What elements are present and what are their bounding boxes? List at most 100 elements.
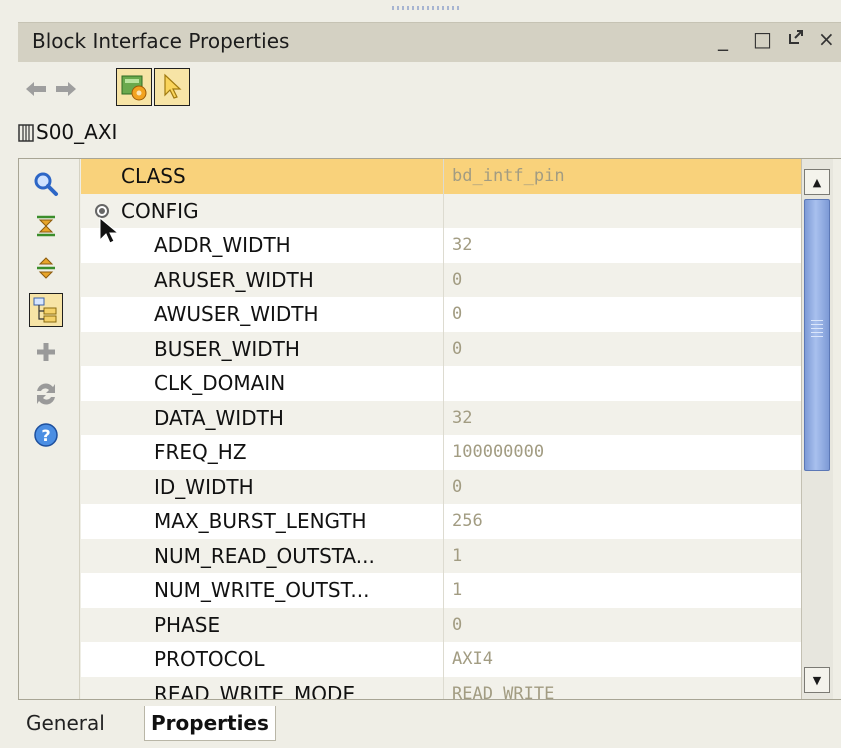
mouse-pointer-icon [99,216,120,244]
property-name: CLASS [81,159,444,194]
property-value[interactable]: 32 [444,408,472,428]
maximize-button[interactable]: □ [753,27,772,51]
property-name-text: MAX_BURST_LENGTH [154,509,367,534]
property-name-text: FREQ_HZ [154,440,247,465]
expand-all-icon[interactable] [29,251,63,285]
property-row[interactable]: MAX_BURST_LENGTH 256 [81,504,801,539]
property-row[interactable]: NUM_READ_OUTSTA... 1 [81,538,801,573]
property-name: READ_WRITE_MODE [81,676,444,699]
object-name: S00_AXI [36,120,118,144]
property-group-row[interactable]: CONFIG [81,193,801,228]
svg-text:?: ? [41,426,50,445]
interface-pin-icon [18,123,34,147]
property-name: ARUSER_WIDTH [81,262,444,297]
forward-arrow-icon[interactable] [54,79,78,105]
property-value[interactable]: AXI4 [444,649,493,669]
close-button[interactable]: × [818,27,835,51]
property-name-text: DATA_WIDTH [154,405,284,430]
property-value[interactable]: bd_intf_pin [444,166,565,186]
property-name-text: PROTOCOL [154,647,265,672]
property-name: MAX_BURST_LENGTH [81,504,444,539]
property-row[interactable]: READ_WRITE_MODE READ_WRITE [81,676,801,699]
window-title: Block Interface Properties [32,29,290,53]
property-row[interactable]: ID_WIDTH 0 [81,469,801,504]
property-value[interactable]: 32 [444,235,472,255]
property-name-text: CLK_DOMAIN [154,371,286,396]
property-row[interactable]: BUSER_WIDTH 0 [81,331,801,366]
title-bar: Block Interface Properties _ □ × [18,22,841,63]
drag-grip[interactable] [392,6,462,10]
tab-properties[interactable]: Properties [144,706,276,741]
property-value[interactable]: READ_WRITE [444,684,554,699]
property-name: AWUSER_WIDTH [81,297,444,332]
property-value[interactable]: 0 [444,270,462,290]
property-name-text: BUSER_WIDTH [154,336,300,361]
property-value[interactable]: 0 [444,339,462,359]
property-name-text: PHASE [154,612,221,637]
search-icon[interactable] [29,167,63,201]
property-name-text: ARUSER_WIDTH [154,267,314,292]
properties-panel: ? CLASS bd_intf_pin CONFIG ADDR_WIDTH 32 ARUS… [18,158,841,700]
property-row[interactable]: PROTOCOL AXI4 [81,642,801,677]
property-row[interactable]: CLK_DOMAIN [81,366,801,401]
float-icon [789,30,803,44]
property-name-text: CLASS [121,164,186,189]
collapse-all-icon[interactable] [29,209,63,243]
minimize-button[interactable]: _ [718,27,728,51]
properties-window: Block Interface Properties _ □ × S00_AXI… [0,0,841,748]
object-header: S00_AXI [18,116,841,150]
scroll-down-button[interactable]: ▼ [804,667,830,693]
toolbar [18,62,841,116]
property-row[interactable]: FREQ_HZ 100000000 [81,435,801,470]
property-name: PROTOCOL [81,642,444,677]
property-row[interactable]: DATA_WIDTH 32 [81,400,801,435]
property-row[interactable]: ARUSER_WIDTH 0 [81,262,801,297]
property-value[interactable]: 1 [444,580,462,600]
property-name: FREQ_HZ [81,435,444,470]
property-name-text: CONFIG [121,198,199,223]
select-pointer-button[interactable] [154,68,190,106]
property-name-text: NUM_READ_OUTSTA... [154,543,375,568]
property-name: NUM_READ_OUTSTA... [81,538,444,573]
property-name: BUSER_WIDTH [81,331,444,366]
properties-table: CLASS bd_intf_pin CONFIG ADDR_WIDTH 32 ARUSER… [81,159,801,699]
property-value[interactable]: 0 [444,477,462,497]
vertical-scrollbar[interactable]: ▲ ▼ [801,159,833,699]
property-name-text: READ_WRITE_MODE [154,681,356,699]
property-row[interactable]: NUM_WRITE_OUTST... 1 [81,573,801,608]
property-row[interactable]: PHASE 0 [81,607,801,642]
property-row[interactable]: CLASS bd_intf_pin [81,159,801,194]
property-name: DATA_WIDTH [81,400,444,435]
refresh-icon[interactable] [29,377,63,411]
property-name: CLK_DOMAIN [81,366,444,401]
property-name: CONFIG [81,193,444,228]
property-name-text: NUM_WRITE_OUTST... [154,578,370,603]
property-name-text: ID_WIDTH [154,474,254,499]
sidebar-toolbar: ? [19,159,80,699]
scroll-up-button[interactable]: ▲ [804,169,830,195]
float-button[interactable] [786,27,806,52]
bottom-tabs: General Properties [18,702,841,748]
property-row[interactable]: AWUSER_WIDTH 0 [81,297,801,332]
properties-gear-icon [121,75,147,101]
add-icon[interactable] [29,335,63,369]
scroll-thumb[interactable] [804,199,830,471]
property-value[interactable]: 100000000 [444,442,544,462]
properties-gear-button[interactable] [116,68,152,106]
hierarchy-icon[interactable] [29,293,63,327]
property-name: ID_WIDTH [81,469,444,504]
property-name: NUM_WRITE_OUTST... [81,573,444,608]
help-icon[interactable]: ? [29,419,63,453]
tab-general[interactable]: General [26,706,105,740]
select-pointer-icon [164,73,182,99]
back-arrow-icon[interactable] [24,79,48,105]
property-value[interactable]: 256 [444,511,483,531]
property-row[interactable]: ADDR_WIDTH 32 [81,228,801,263]
property-value[interactable]: 0 [444,615,462,635]
property-name: ADDR_WIDTH [81,228,444,263]
property-name-text: AWUSER_WIDTH [154,302,319,327]
property-name-text: ADDR_WIDTH [154,233,291,258]
property-name: PHASE [81,607,444,642]
property-value[interactable]: 1 [444,546,462,566]
property-value[interactable]: 0 [444,304,462,324]
